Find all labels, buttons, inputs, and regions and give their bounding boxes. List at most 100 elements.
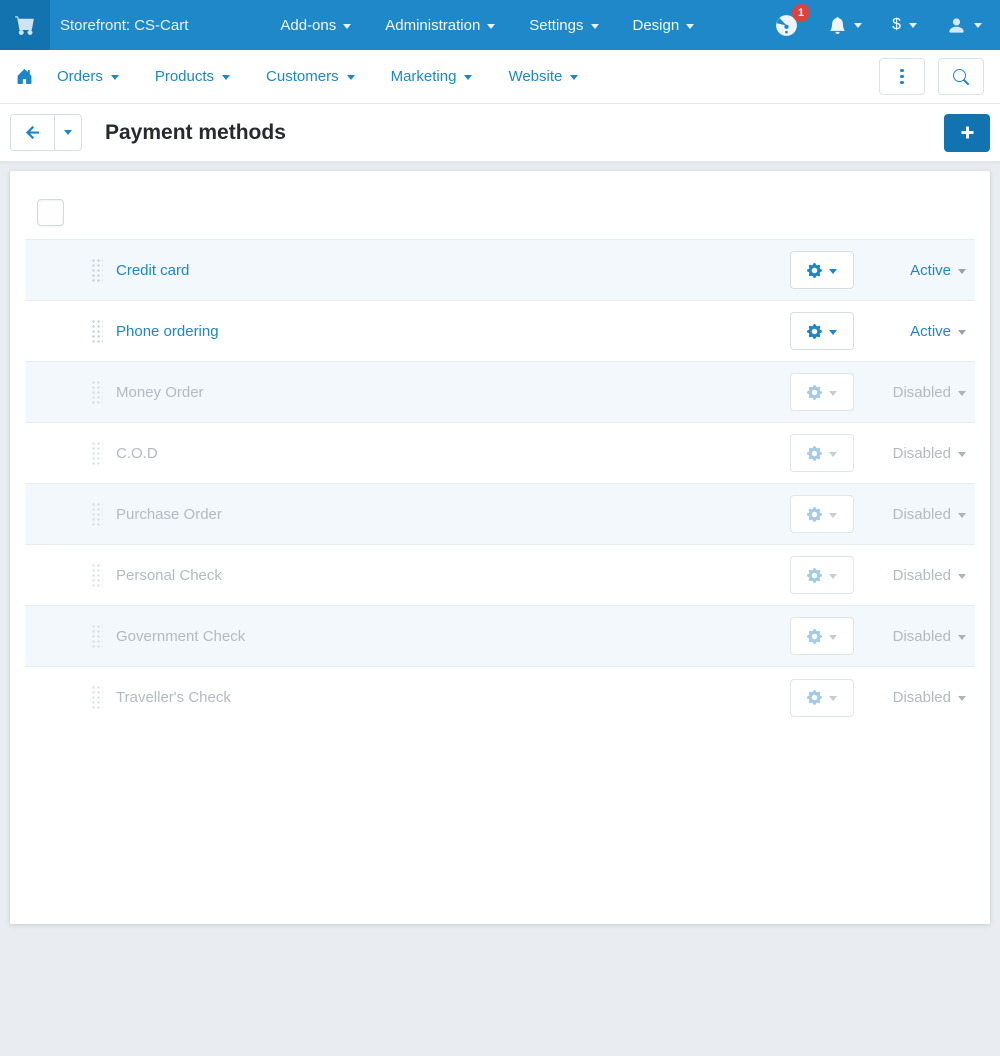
payment-method-row: Traveller's Check Disabled <box>25 667 975 728</box>
payment-method-link[interactable]: Phone ordering <box>116 323 790 340</box>
row-settings-button[interactable] <box>790 434 854 472</box>
nav-marketing[interactable]: Marketing <box>391 68 473 85</box>
gear-icon <box>807 262 822 278</box>
status-dropdown[interactable]: Active <box>854 323 966 340</box>
notifications-dropdown[interactable] <box>829 16 863 34</box>
drag-handle-icon[interactable] <box>90 500 103 528</box>
payment-method-link[interactable]: Government Check <box>116 628 790 645</box>
payment-method-row: Government Check Disabled <box>25 606 975 667</box>
payment-method-row: C.O.D Disabled <box>25 423 975 484</box>
payment-method-row: Credit card Active <box>25 240 975 301</box>
status-label: Disabled <box>892 383 951 401</box>
status-dropdown[interactable]: Disabled <box>854 384 966 401</box>
menu-design[interactable]: Design <box>633 17 695 34</box>
status-dropdown[interactable]: Active <box>854 262 966 279</box>
chevron-down-icon <box>64 130 72 135</box>
back-button[interactable] <box>11 115 54 150</box>
chevron-down-icon <box>110 75 119 80</box>
more-actions-button[interactable] <box>879 58 925 95</box>
arrow-left-icon <box>24 124 41 141</box>
status-label: Disabled <box>892 689 951 706</box>
select-all-checkbox[interactable] <box>37 198 64 226</box>
payment-method-link[interactable]: Credit card <box>116 262 790 279</box>
menu-addons-label: Add-ons <box>280 16 337 34</box>
add-payment-method-button[interactable] <box>944 113 990 152</box>
drag-handle-icon[interactable] <box>90 684 103 711</box>
nav-products[interactable]: Products <box>154 68 231 85</box>
status-dropdown[interactable]: Disabled <box>854 445 966 462</box>
storefront-button[interactable] <box>0 0 50 50</box>
search-icon <box>953 68 969 85</box>
row-settings-button[interactable] <box>790 556 854 594</box>
nav-orders[interactable]: Orders <box>57 68 119 85</box>
menu-settings[interactable]: Settings <box>529 17 599 34</box>
nav-website[interactable]: Website <box>508 68 579 85</box>
payment-method-row: Personal Check Disabled <box>25 545 975 606</box>
payment-method-link[interactable]: Personal Check <box>116 567 790 584</box>
payment-method-row: Phone ordering Active <box>25 301 975 362</box>
nav-customers-label: Customers <box>266 68 339 85</box>
drag-handle-icon[interactable] <box>90 561 103 589</box>
payment-methods-list: Credit card Active Phone ordering Active… <box>25 239 975 728</box>
chevron-down-icon <box>958 268 966 274</box>
chevron-down-icon <box>829 696 837 701</box>
payment-method-link[interactable]: Money Order <box>116 384 790 401</box>
news-button[interactable]: 1 <box>774 3 811 38</box>
payment-method-link[interactable]: Traveller's Check <box>116 689 790 706</box>
storefront-label[interactable]: Storefront: CS-Cart <box>60 17 188 34</box>
back-split-button <box>10 114 82 151</box>
topbar-menus: Add-ons Administration Settings Design <box>280 16 695 34</box>
nav-customers[interactable]: Customers <box>266 68 355 85</box>
home-button[interactable] <box>16 68 33 85</box>
status-dropdown[interactable]: Disabled <box>854 689 966 706</box>
row-settings-button[interactable] <box>790 617 854 655</box>
row-settings-button[interactable] <box>790 312 854 350</box>
currency-label: $ <box>892 16 901 33</box>
payment-method-row: Purchase Order Disabled <box>25 484 975 545</box>
status-dropdown[interactable]: Disabled <box>854 567 966 584</box>
gear-icon <box>807 567 822 583</box>
menu-addons[interactable]: Add-ons <box>280 16 352 34</box>
chevron-down-icon <box>686 23 695 29</box>
currency-dropdown[interactable]: $ <box>892 16 917 34</box>
gear-icon <box>807 323 822 339</box>
payment-method-link[interactable]: C.O.D <box>116 445 790 462</box>
drag-handle-icon[interactable] <box>90 622 103 650</box>
payment-method-link[interactable]: Purchase Order <box>116 506 790 523</box>
row-settings-button[interactable] <box>790 678 854 717</box>
menu-administration[interactable]: Administration <box>385 17 496 34</box>
chevron-down-icon <box>909 22 917 28</box>
account-dropdown[interactable] <box>947 16 982 35</box>
page-title: Payment methods <box>105 120 286 144</box>
chevron-down-icon <box>343 23 352 29</box>
chevron-down-icon <box>974 22 982 28</box>
plus-icon <box>959 124 976 141</box>
chevron-down-icon <box>829 390 837 396</box>
cart-icon <box>15 15 35 35</box>
topbar-icon-group: 1 $ <box>774 3 1000 38</box>
chevron-down-icon <box>464 75 473 80</box>
row-settings-button[interactable] <box>790 251 854 289</box>
payment-methods-card: Credit card Active Phone ordering Active… <box>10 171 990 924</box>
list-header <box>10 171 990 239</box>
status-label: Disabled <box>892 566 951 584</box>
row-settings-button[interactable] <box>790 495 854 533</box>
status-dropdown[interactable]: Disabled <box>854 506 966 523</box>
gear-icon <box>807 445 822 461</box>
status-label: Disabled <box>892 627 951 645</box>
search-button[interactable] <box>938 58 984 95</box>
chevron-down-icon <box>854 22 863 28</box>
status-dropdown[interactable]: Disabled <box>854 628 966 645</box>
drag-handle-icon[interactable] <box>90 378 103 406</box>
drag-handle-icon[interactable] <box>90 439 103 467</box>
nav-products-label: Products <box>154 68 215 85</box>
nav-orders-label: Orders <box>57 68 103 85</box>
row-settings-button[interactable] <box>790 373 854 411</box>
chevron-down-icon <box>829 573 837 579</box>
chevron-down-icon <box>958 634 966 640</box>
drag-handle-icon[interactable] <box>90 317 103 345</box>
drag-handle-icon[interactable] <box>90 256 103 284</box>
nav-marketing-label: Marketing <box>390 68 457 85</box>
back-history-dropdown[interactable] <box>54 115 81 150</box>
main-nav: Orders Products Customers Marketing Webs… <box>0 50 1000 104</box>
